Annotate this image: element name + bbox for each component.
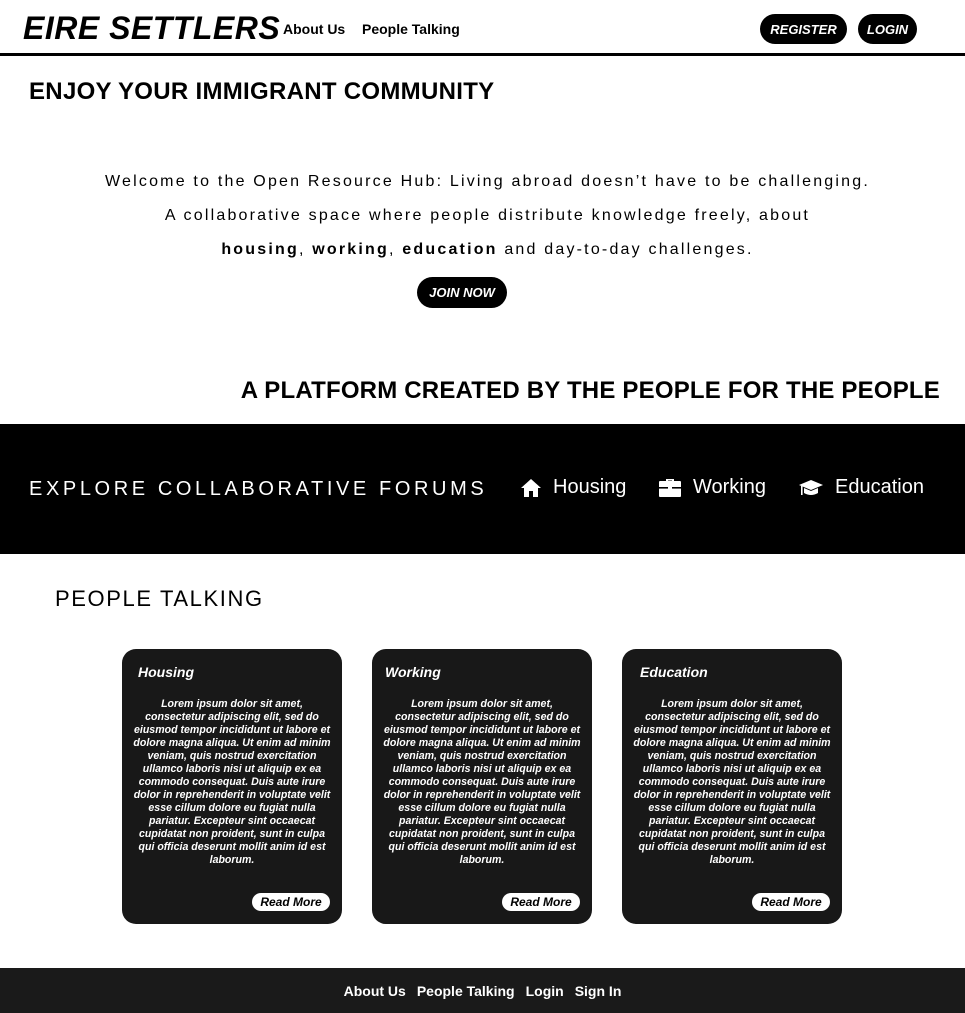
- topic-rest: and day-to-day challenges.: [497, 241, 754, 258]
- post-card-housing: Housing Lorem ipsum dolor sit amet, cons…: [122, 649, 342, 924]
- footer-sign-in[interactable]: Sign In: [575, 983, 622, 999]
- forum-link-label: Housing: [553, 476, 627, 498]
- forum-link-education[interactable]: Education: [798, 476, 924, 499]
- card-title: Housing: [138, 664, 194, 680]
- nav-people-talking[interactable]: People Talking: [362, 21, 460, 37]
- site-logo[interactable]: EIRE SETTLERS: [23, 10, 280, 47]
- home-icon: [521, 478, 541, 497]
- hero-title: ENJOY YOUR IMMIGRANT COMMUNITY: [29, 78, 495, 105]
- read-more-button[interactable]: Read More: [252, 893, 330, 911]
- read-more-button[interactable]: Read More: [752, 893, 830, 911]
- people-talking-title: PEOPLE TALKING: [55, 586, 264, 611]
- topic-working: working: [312, 241, 389, 258]
- forums-band: EXPLORE COLLABORATIVE FORUMS Housing Wor…: [0, 424, 965, 554]
- site-header: EIRE SETTLERS About Us People Talking RE…: [0, 0, 965, 56]
- welcome-line-1: Welcome to the Open Resource Hub: Living…: [105, 173, 870, 190]
- footer-login[interactable]: Login: [526, 983, 564, 999]
- login-button[interactable]: LOGIN: [858, 14, 917, 44]
- forum-link-label: Education: [835, 476, 924, 498]
- briefcase-icon: [659, 478, 681, 497]
- site-footer: About Us People Talking Login Sign In: [0, 968, 965, 1013]
- register-button[interactable]: REGISTER: [760, 14, 847, 44]
- topic-separator: ,: [298, 241, 313, 258]
- post-card-education: Education Lorem ipsum dolor sit amet, co…: [622, 649, 842, 924]
- topic-housing: housing: [221, 241, 299, 258]
- card-body: Lorem ipsum dolor sit amet, consectetur …: [633, 698, 831, 866]
- footer-people-talking[interactable]: People Talking: [417, 983, 515, 999]
- card-body: Lorem ipsum dolor sit amet, consectetur …: [383, 698, 581, 866]
- topic-education: education: [402, 241, 498, 258]
- join-now-button[interactable]: JOIN NOW: [417, 277, 507, 308]
- forums-title: EXPLORE COLLABORATIVE FORUMS: [29, 478, 488, 500]
- card-title: Education: [640, 664, 708, 680]
- topic-separator: ,: [389, 241, 403, 258]
- post-card-working: Working Lorem ipsum dolor sit amet, cons…: [372, 649, 592, 924]
- platform-title: A PLATFORM CREATED BY THE PEOPLE FOR THE…: [240, 377, 940, 404]
- welcome-line-3: housing, working, education and day-to-d…: [0, 241, 965, 259]
- welcome-line-2: A collaborative space where people distr…: [164, 207, 811, 224]
- graduation-cap-icon: [799, 479, 823, 495]
- card-title: Working: [385, 664, 441, 680]
- card-body: Lorem ipsum dolor sit amet, consectetur …: [133, 698, 331, 866]
- forum-link-label: Working: [693, 476, 766, 498]
- forum-link-housing[interactable]: Housing: [520, 476, 626, 499]
- footer-about-us[interactable]: About Us: [344, 983, 406, 999]
- forum-link-working[interactable]: Working: [658, 476, 766, 499]
- read-more-button[interactable]: Read More: [502, 893, 580, 911]
- nav-about-us[interactable]: About Us: [283, 21, 345, 37]
